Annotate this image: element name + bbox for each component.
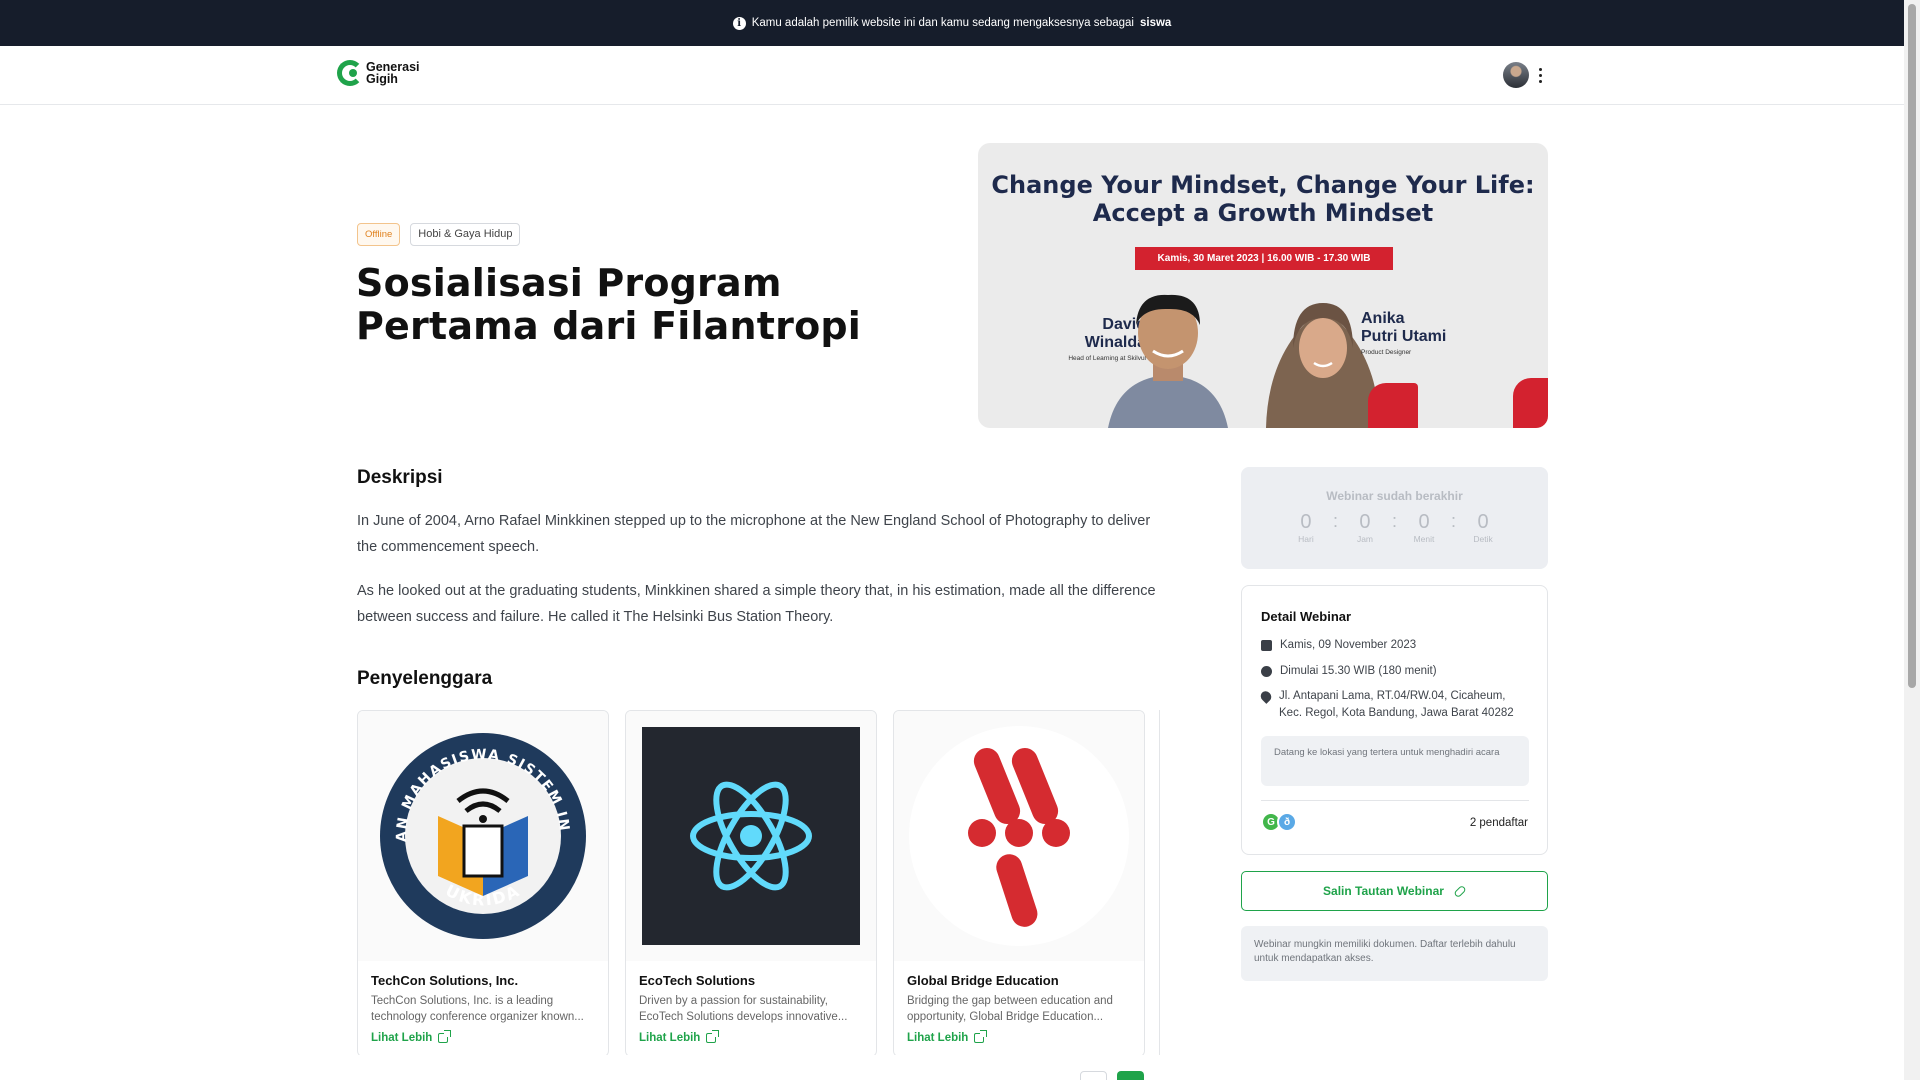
calendar-icon — [1261, 640, 1272, 651]
global-bridge-logo-icon — [909, 726, 1129, 946]
owner-notice-bar: i Kamu adalah pemilik website ini dan ka… — [0, 0, 1904, 46]
event-title: Sosialisasi Program Pertama dari Filantr… — [356, 261, 862, 348]
organizer-more-link[interactable]: Lihat Lebih — [907, 1030, 988, 1044]
location-pin-icon — [1258, 689, 1274, 704]
details-heading: Detail Webinar — [1261, 609, 1352, 624]
external-link-icon — [974, 1030, 988, 1043]
countdown-days: 0 Hari — [1298, 511, 1314, 544]
details-date: Kamis, 09 November 2023 — [1261, 637, 1531, 654]
countdown-minutes: 0 Menit — [1413, 511, 1435, 544]
clock-icon — [1261, 666, 1272, 677]
details-location: Jl. Antapani Lama, RT.04/RW.04, Cicaheum… — [1258, 688, 1531, 722]
banner-decoration — [1368, 383, 1418, 428]
organizer-more-link[interactable]: Lihat Lebih — [639, 1030, 720, 1044]
registrant-avatars: G ð — [1261, 812, 1297, 832]
details-time: Dimulai 15.30 WIB (180 menit) — [1261, 663, 1531, 680]
link-icon — [1453, 884, 1467, 898]
carousel-prev-button[interactable] — [1080, 1071, 1107, 1080]
category-badge: Hobi & Gaya Hidup — [410, 223, 521, 246]
description-heading: Deskripsi — [357, 467, 443, 488]
organizer-card[interactable]: HIMPUNAN MAHASISWA SISTEM INFORMASI UKRI… — [357, 710, 609, 1055]
organizer-name: Global Bridge Education — [907, 973, 1059, 988]
carousel-next-button[interactable] — [1117, 1071, 1144, 1080]
organizers-heading: Penyelenggara — [357, 668, 493, 689]
divider — [1261, 800, 1529, 801]
banner-title: Change Your Mindset, Change Your Life: A… — [991, 171, 1535, 227]
organizer-card[interactable]: Global Bridge Education Bridging the gap… — [893, 710, 1145, 1055]
countdown-title: Webinar sudah berakhir — [1326, 489, 1463, 503]
brand-mark-icon — [337, 60, 363, 86]
description-paragraph: In June of 2004, Arno Rafael Minkkinen s… — [357, 513, 1151, 555]
countdown-seconds: 0 Detik — [1473, 511, 1493, 544]
countdown-panel: Webinar sudah berakhir 0 Hari : 0 Jam : 0M… — [1241, 467, 1548, 569]
notice-role: siswa — [1139, 17, 1172, 29]
organizer-bio: Bridging the gap between education and o… — [907, 995, 1113, 1023]
speaker-1-photo — [1108, 294, 1228, 428]
organizer-logo — [894, 711, 1144, 961]
himsi-logo-icon: HIMPUNAN MAHASISWA SISTEM INFORMASI UKRI… — [378, 731, 586, 939]
notice-text: Kamu adalah pemilik website ini dan kamu… — [751, 17, 1134, 29]
organizer-name: TechCon Solutions, Inc. — [371, 973, 519, 988]
countdown-timer: 0 Hari : 0 Jam : 0 Menit : 0 Detik — [1241, 511, 1548, 544]
user-avatar[interactable] — [1503, 62, 1529, 88]
details-note: Datang ke lokasi yang tertera untuk meng… — [1261, 736, 1529, 786]
avatar: ð — [1277, 812, 1297, 832]
banner-decoration — [1513, 378, 1548, 428]
webinar-details-card: Detail Webinar Kamis, 09 November 2023 D… — [1241, 585, 1548, 855]
countdown-hours: 0 Jam — [1356, 511, 1374, 544]
external-link-icon — [706, 1030, 720, 1043]
brand-wordmark: Generasi Gigih — [366, 60, 420, 86]
external-link-icon — [438, 1030, 452, 1043]
organizer-bio: Driven by a passion for sustainability, … — [639, 995, 848, 1023]
top-navbar: Generasi Gigih — [0, 46, 1904, 105]
documents-note: Webinar mungkin memiliki dokumen. Daftar… — [1241, 926, 1548, 981]
organizer-name: EcoTech Solutions — [639, 973, 756, 988]
scrollbar-thumb[interactable] — [1908, 4, 1916, 688]
organizer-logo — [626, 711, 876, 961]
banner-speaker-2: Anika Putri Utami Product Designer — [1361, 310, 1447, 356]
organizer-card[interactable]: EcoTech Solutions Driven by a passion fo… — [625, 710, 877, 1055]
event-banner: Change Your Mindset, Change Your Life: A… — [978, 143, 1548, 428]
organizer-bio: TechCon Solutions, Inc. is a leading tec… — [371, 995, 584, 1023]
info-icon: i — [732, 16, 746, 30]
event-tags: Offline Hobi & Gaya Hidup — [357, 223, 521, 246]
brand-logo[interactable]: Generasi Gigih — [337, 60, 420, 86]
organizer-more-link[interactable]: Lihat Lebih — [371, 1030, 452, 1044]
banner-date: Kamis, 30 Maret 2023 | 16.00 WIB - 17.30… — [1135, 247, 1393, 270]
page-scrollbar[interactable] — [1904, 0, 1920, 1080]
description-body: In June of 2004, Arno Rafael Minkkinen s… — [357, 508, 1157, 648]
organizer-logo: HIMPUNAN MAHASISWA SISTEM INFORMASI UKRI… — [358, 711, 608, 961]
registrant-count: 2 pendaftar — [1469, 817, 1528, 829]
copy-webinar-link-button[interactable]: Salin Tautan Webinar — [1241, 871, 1548, 911]
next-card-edge — [1159, 710, 1160, 1055]
organizers-carousel: HIMPUNAN MAHASISWA SISTEM INFORMASI UKRI… — [357, 710, 1160, 1055]
more-options-icon[interactable] — [1532, 63, 1548, 87]
description-paragraph: As he looked out at the graduating stude… — [357, 583, 1156, 625]
carousel-pagination — [1080, 1071, 1144, 1080]
react-logo-icon — [690, 781, 812, 891]
offline-badge: Offline — [357, 223, 401, 246]
